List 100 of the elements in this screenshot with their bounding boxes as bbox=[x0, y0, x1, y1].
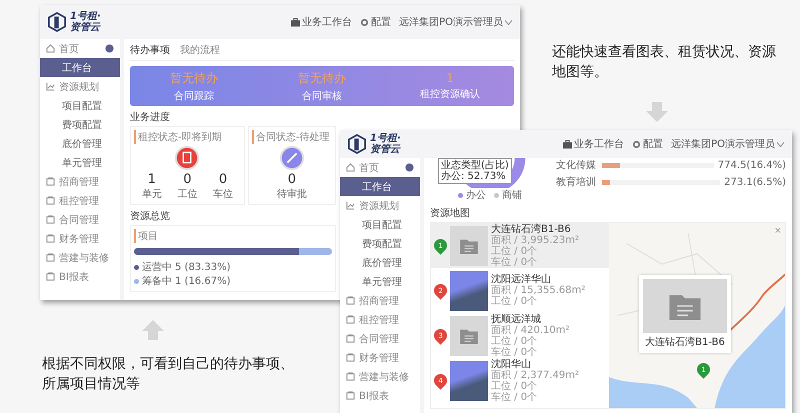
tab[interactable]: 待办事项 bbox=[130, 43, 170, 57]
nav-subitem[interactable]: 工作台 bbox=[40, 58, 120, 77]
folder-icon bbox=[46, 177, 55, 186]
nav-item[interactable]: 资源规划 bbox=[340, 196, 420, 215]
property-detail: 车位 / 0个 bbox=[491, 256, 538, 268]
chart-icon bbox=[346, 201, 355, 210]
tab[interactable]: 我的流程 bbox=[180, 43, 220, 57]
legend-value: 1 (16.67%) bbox=[175, 276, 230, 286]
logo-text: 1号租· bbox=[70, 11, 101, 22]
logo-icon bbox=[48, 12, 66, 32]
photo-placeholder bbox=[450, 270, 488, 310]
property-name: 抚顺远洋城 bbox=[491, 314, 542, 324]
folder-icon bbox=[460, 238, 478, 254]
todo-label: 合同跟踪 bbox=[174, 90, 214, 102]
header-link[interactable]: 业务工作台 bbox=[563, 137, 624, 151]
popup-title: 大连钻石湾B1-B6 bbox=[645, 336, 725, 349]
folder-icon bbox=[346, 296, 355, 305]
nav-subitem[interactable]: 费项配置 bbox=[40, 115, 120, 134]
chart-icon bbox=[46, 82, 55, 91]
nav-subitem[interactable]: 费项配置 bbox=[340, 234, 420, 253]
photo-placeholder bbox=[450, 360, 488, 400]
nav-subitem[interactable]: 底价管理 bbox=[340, 253, 420, 272]
nav-subitem[interactable]: 工作台 bbox=[340, 177, 420, 196]
nav-subitem[interactable]: 底价管理 bbox=[40, 134, 120, 153]
stat-label: 工位 bbox=[177, 188, 198, 201]
nav-item[interactable]: 营建与装修 bbox=[340, 367, 420, 386]
nav-item[interactable]: 招商管理 bbox=[40, 172, 120, 191]
nav-item[interactable]: BI报表 bbox=[40, 267, 120, 286]
caret-icon bbox=[777, 142, 784, 146]
card-title: 项目 bbox=[134, 229, 332, 243]
nav-item[interactable]: 租控管理 bbox=[340, 310, 420, 329]
header-link[interactable]: 配置 bbox=[360, 15, 392, 29]
folder-icon bbox=[346, 315, 355, 324]
legend-value: 5 (83.33%) bbox=[175, 262, 230, 272]
property-detail: 车位 / 0个 bbox=[491, 346, 538, 358]
property-detail: 车位 / 0个 bbox=[491, 392, 538, 402]
property-name: 沈阳远洋华山 bbox=[491, 274, 552, 285]
header-link[interactable]: 业务工作台 bbox=[291, 15, 352, 29]
nav-item[interactable]: 财务管理 bbox=[40, 229, 120, 248]
nav-item[interactable]: 财务管理 bbox=[340, 348, 420, 367]
nav-item[interactable]: 首页 bbox=[340, 158, 420, 177]
nav-item[interactable]: 合同管理 bbox=[340, 329, 420, 348]
legend-label: 筹备中 bbox=[142, 274, 172, 288]
todo-label: 合同审核 bbox=[302, 90, 342, 102]
legend-label: 商铺 bbox=[502, 188, 522, 202]
logo-text: 资管云 bbox=[370, 144, 401, 155]
todo-value: 暂无待办 bbox=[170, 70, 218, 86]
card-title: 租控状态-即将到期 bbox=[134, 130, 222, 144]
logo-text: 资管云 bbox=[70, 22, 101, 33]
header-link[interactable]: 配置 bbox=[632, 137, 664, 151]
logo-icon bbox=[348, 134, 366, 154]
stat-value: 0 bbox=[183, 172, 192, 187]
folder-icon bbox=[346, 391, 355, 400]
legend-label: 运营中 bbox=[142, 260, 172, 274]
user-menu[interactable]: 远洋集团PO演示管理员 bbox=[671, 137, 784, 151]
bar-value: 273.1(6.5%) bbox=[724, 176, 786, 188]
nav-subitem[interactable]: 单元管理 bbox=[40, 153, 120, 172]
folder-icon bbox=[46, 234, 55, 243]
caption-text: 根据不同权限，可看到自己的待办事项、所属项目情况等 bbox=[42, 355, 295, 394]
nav-item[interactable]: BI报表 bbox=[340, 386, 420, 405]
nav-subitem[interactable]: 项目配置 bbox=[40, 96, 120, 115]
property-detail: 工位 / 0个 bbox=[491, 246, 538, 256]
briefcase-icon bbox=[563, 140, 572, 148]
bar-label: 文化传媒 bbox=[556, 158, 597, 172]
folder-icon bbox=[346, 372, 355, 381]
property-name: 沈阳华山 bbox=[491, 358, 532, 370]
legend-dot bbox=[134, 278, 139, 284]
home-icon bbox=[46, 44, 55, 53]
todo-value: 暂无待办 bbox=[298, 70, 346, 86]
property-detail: 面积 / 15,355.68m² bbox=[491, 285, 586, 296]
nav-subitem[interactable]: 单元管理 bbox=[340, 272, 420, 291]
stat-label: 车位 bbox=[213, 188, 234, 201]
legend-dot bbox=[134, 264, 139, 270]
todo-value: 1 bbox=[446, 71, 454, 85]
property-detail: 面积 / 420.10m² bbox=[491, 324, 570, 336]
stat-value: 1 bbox=[148, 172, 156, 187]
document-icon bbox=[175, 146, 200, 170]
nav-item[interactable]: 首页 bbox=[40, 39, 120, 58]
nav-item[interactable]: 营建与装修 bbox=[40, 248, 120, 267]
folder-icon bbox=[346, 334, 355, 343]
stat-label: 单元 bbox=[142, 188, 162, 201]
folder-icon bbox=[460, 328, 478, 344]
section-title: 资源总览 bbox=[130, 210, 171, 223]
nav-item[interactable]: 租控管理 bbox=[40, 191, 120, 210]
nav-item[interactable]: 资源规划 bbox=[40, 77, 120, 96]
briefcase-icon bbox=[291, 18, 300, 26]
bar-value: 774.5(16.4%) bbox=[718, 160, 786, 170]
down-arrow-icon bbox=[645, 102, 669, 122]
user-menu[interactable]: 远洋集团PO演示管理员 bbox=[399, 15, 512, 29]
nav-item[interactable]: 合同管理 bbox=[40, 210, 120, 229]
nav-item[interactable]: 招商管理 bbox=[340, 291, 420, 310]
folder-icon bbox=[668, 292, 702, 320]
folder-icon bbox=[46, 215, 55, 224]
folder-icon bbox=[346, 353, 355, 362]
section-title: 资源地图 bbox=[430, 206, 471, 220]
nav-subitem[interactable]: 项目配置 bbox=[340, 215, 420, 234]
folder-icon bbox=[46, 253, 55, 262]
stat-label: 待审批 bbox=[276, 188, 307, 201]
folder-icon bbox=[46, 272, 55, 281]
legend-label: 办公 bbox=[466, 188, 486, 202]
